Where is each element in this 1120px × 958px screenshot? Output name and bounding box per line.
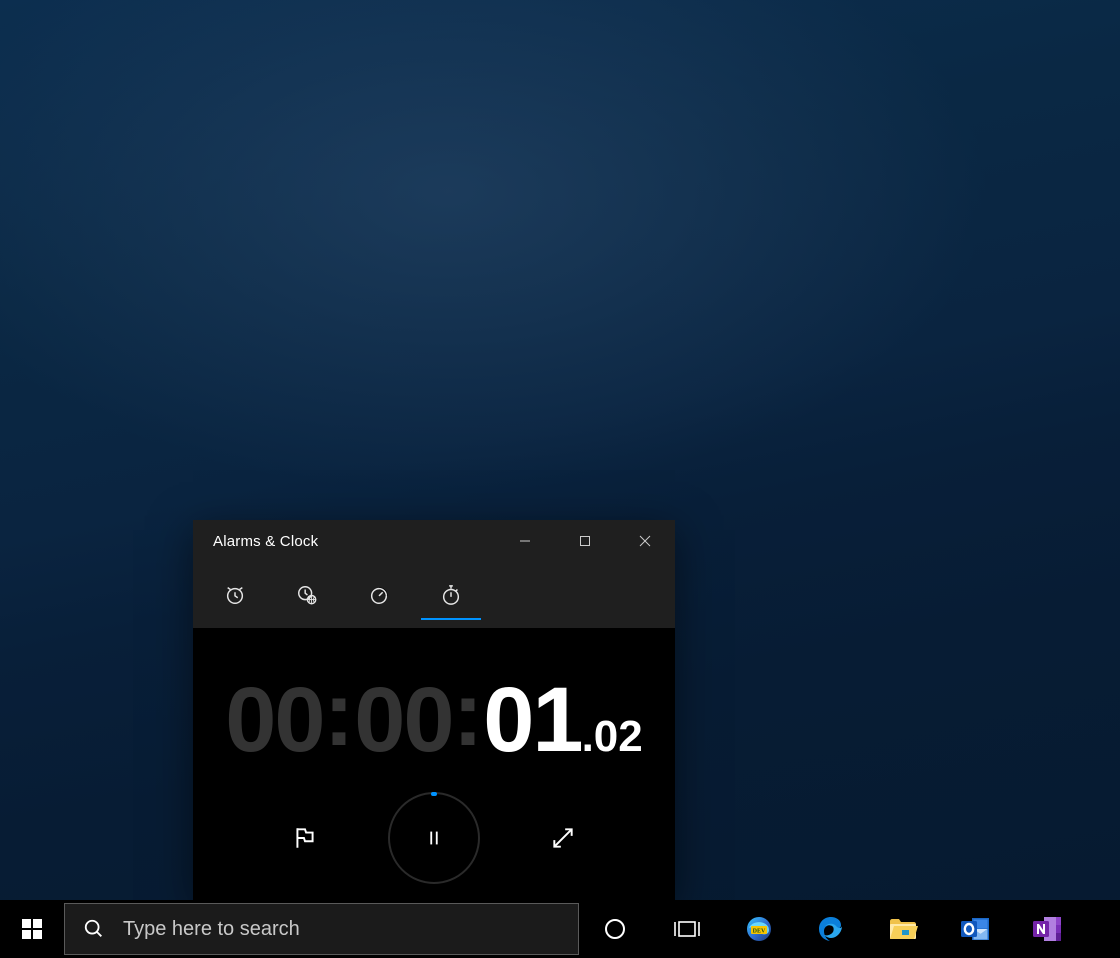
stopwatch-seconds: 01 <box>483 669 581 771</box>
edge-dev-icon: DEV <box>744 914 774 944</box>
windows-logo-icon <box>22 919 42 939</box>
tab-stopwatch[interactable] <box>415 562 487 628</box>
world-clock-icon <box>296 584 318 606</box>
expand-icon <box>550 825 576 851</box>
alarms-clock-window: Alarms & Clock <box>193 520 675 900</box>
search-input[interactable] <box>123 918 578 941</box>
stopwatch-icon <box>440 584 462 606</box>
flag-icon <box>292 825 318 851</box>
stopwatch-readout: 00:00:01.02 <box>193 674 675 766</box>
maximize-button[interactable] <box>555 520 615 562</box>
pause-icon <box>423 827 445 849</box>
edge-dev-button[interactable]: DEV <box>723 900 795 958</box>
lap-button[interactable] <box>290 823 320 853</box>
minimize-button[interactable] <box>495 520 555 562</box>
svg-text:DEV: DEV <box>753 929 766 935</box>
edge-icon <box>816 914 846 944</box>
taskbar-search[interactable] <box>64 903 579 955</box>
maximize-icon <box>579 535 591 547</box>
tab-timer[interactable] <box>343 562 415 628</box>
stopwatch-minutes: 00 <box>354 669 452 771</box>
task-view-icon <box>673 917 701 941</box>
taskbar: DEV <box>0 900 1120 958</box>
taskbar-icons: DEV <box>579 900 1083 958</box>
pause-button[interactable] <box>388 792 480 884</box>
minimize-icon <box>519 535 531 547</box>
tabbar <box>193 562 675 628</box>
start-button[interactable] <box>0 900 64 958</box>
cortana-icon <box>603 917 627 941</box>
file-explorer-icon <box>888 916 918 942</box>
titlebar[interactable]: Alarms & Clock <box>193 520 675 562</box>
outlook-button[interactable] <box>939 900 1011 958</box>
tab-alarm[interactable] <box>199 562 271 628</box>
tab-world-clock[interactable] <box>271 562 343 628</box>
file-explorer-button[interactable] <box>867 900 939 958</box>
expand-button[interactable] <box>548 823 578 853</box>
stopwatch-controls <box>193 792 675 884</box>
close-button[interactable] <box>615 520 675 562</box>
onenote-button[interactable] <box>1011 900 1083 958</box>
stopwatch-panel: 00:00:01.02 <box>193 628 675 900</box>
onenote-icon <box>1031 914 1063 944</box>
window-title: Alarms & Clock <box>193 533 495 550</box>
close-icon <box>639 535 651 547</box>
task-view-button[interactable] <box>651 900 723 958</box>
timer-icon <box>368 584 390 606</box>
cortana-button[interactable] <box>579 900 651 958</box>
alarm-icon <box>224 584 246 606</box>
search-icon <box>83 918 105 940</box>
outlook-icon <box>959 914 991 944</box>
stopwatch-hours: 00 <box>225 669 323 771</box>
edge-button[interactable] <box>795 900 867 958</box>
stopwatch-centiseconds: 02 <box>594 712 643 761</box>
